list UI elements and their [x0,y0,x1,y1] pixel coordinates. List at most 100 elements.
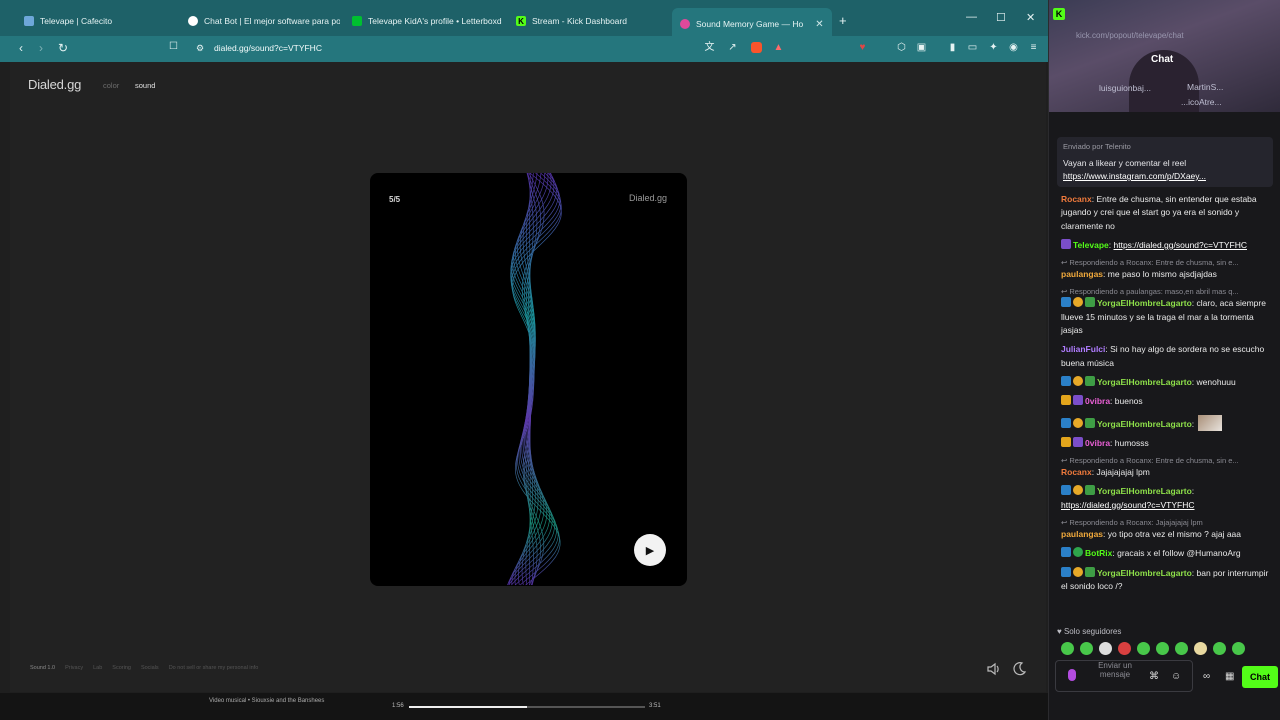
address-bar: ‹ › ↻ ☐ ⚙ dialed.gg/sound?c=VTYFHC 文 ↗ ▲… [0,36,1048,62]
close-tab-icon[interactable]: ✕ [815,19,823,30]
footer-privacy-link[interactable]: Privacy [65,665,83,671]
chat-title: Chat [1151,54,1174,65]
chat-username[interactable]: 0vibra [1085,438,1110,448]
pinned-by: Enviado por Telenito [1063,142,1131,151]
chat-username[interactable]: paulangas [1061,269,1103,279]
close-window-icon[interactable]: ✕ [1026,11,1035,24]
wallet-icon[interactable]: ▭ [967,42,978,53]
emote-icon[interactable] [1118,642,1131,655]
chat-username[interactable]: paulangas [1061,529,1103,539]
cam-username: ...icoAtre... [1181,97,1222,107]
extension-red-icon[interactable]: ♥ [857,42,868,53]
emote-icon[interactable] [1156,642,1169,655]
blue-badge-icon [1061,485,1071,496]
play-button[interactable]: ▶ [634,534,666,566]
emote-icon[interactable] [1061,642,1074,655]
footer-lab-link[interactable]: Lab [93,665,102,671]
chat-username[interactable]: YorgaElHombreLagarto [1097,377,1192,387]
gold-badge-icon [1073,566,1083,577]
kicks-icon[interactable]: ∞ [1203,671,1210,682]
chat-username[interactable]: Rocanx [1061,194,1092,204]
nav-color-link[interactable]: color [103,81,119,90]
sidebar-icon[interactable]: ▮ [947,42,958,53]
emote-icon[interactable] [1175,642,1188,655]
brave-rewards-icon[interactable]: ▲ [773,42,784,53]
pinned-link[interactable]: https://www.instagram.com/p/DXaey... [1063,171,1206,181]
chat-link[interactable]: https://dialed.gg/sound?c=VTYFHC [1114,240,1247,250]
media-icon[interactable]: ▣ [916,42,927,53]
chat-link[interactable]: https://dialed.gg/sound?c=VTYFHC [1061,500,1194,510]
leaf-badge-icon [1085,566,1095,577]
site-logo[interactable]: Dialed.gg [28,77,81,92]
tab-chatbot[interactable]: Chat Bot | El mejor software para po [180,9,340,33]
chat-username[interactable]: BotRix [1085,548,1112,558]
emote-icon[interactable] [1137,642,1150,655]
chat-username[interactable]: Rocanx [1061,467,1092,477]
emote-icon[interactable] [1099,642,1112,655]
footer-socials-link[interactable]: Socials [141,665,159,671]
chat-message: Rocanx: Jajajajajaj lpm [1061,466,1271,479]
play-icon: ▶ [645,544,655,557]
chat-username[interactable]: 0vibra [1085,396,1110,406]
chat-text: : [1191,418,1195,429]
emoji-icon[interactable]: ☺ [1171,671,1181,682]
new-tab-icon[interactable]: + [839,13,847,28]
chat-message: paulangas: yo tipo otra vez el mismo ? a… [1061,528,1271,541]
chat-username[interactable]: YorgaElHombreLagarto [1097,419,1192,429]
tab-cafecito[interactable]: Televape | Cafecito [16,9,176,33]
site-settings-icon[interactable]: ⚙ [196,43,204,54]
commands-icon[interactable]: ⌘ [1149,671,1159,682]
chat-message: YorgaElHombreLagarto: wenohuuu [1061,375,1271,389]
chat-username[interactable]: YorgaElHombreLagarto [1097,568,1192,578]
chat-text: : yo tipo otra vez el mismo ? ajaj aaa [1103,529,1242,540]
blue-badge-icon [1061,375,1071,386]
menu-icon[interactable]: ≡ [1028,42,1039,53]
chat-message: YorgaElHombreLagarto: ban por interrumpi… [1061,566,1271,594]
emote-icon[interactable] [1080,642,1093,655]
extensions-icon[interactable]: ⬡ [896,42,907,53]
dialed-page: Dialed.gg color sound 5/5 Dialed.gg ▶ So… [10,62,1046,692]
emote-icon[interactable] [1213,642,1226,655]
moon-icon[interactable] [1011,661,1027,677]
chat-text: : me paso lo mismo ajsdjajdas [1103,269,1217,280]
minimize-icon[interactable]: — [966,11,977,23]
back-icon[interactable]: ‹ [19,41,23,55]
chat-username[interactable]: YorgaElHombreLagarto [1097,486,1192,496]
emote-icon[interactable] [1194,642,1207,655]
nav-sound-link[interactable]: sound [135,81,155,90]
kick-logo-icon: K [1053,8,1065,20]
share-icon[interactable]: ↗ [727,42,738,53]
reload-icon[interactable]: ↻ [58,41,68,55]
blue-badge-icon [1061,417,1071,428]
tab-letterboxd[interactable]: Televape KidA's profile • Letterboxd [344,9,504,33]
mic-icon[interactable] [1068,669,1076,681]
footer-privacy-choices-link[interactable]: Do not sell or share my personal info [169,665,259,671]
brave-shields-icon[interactable] [751,42,762,53]
vpn-icon[interactable]: ◉ [1008,42,1019,53]
tab-kick-dashboard[interactable]: K Stream - Kick Dashboard [508,9,668,33]
translate-icon[interactable]: 文 [704,42,715,53]
media-progress-bar[interactable] [409,706,645,708]
chat-username[interactable]: JulianFulci [1061,344,1105,354]
media-progress-fill [409,706,527,708]
gift-icon[interactable]: ▦ [1225,671,1234,682]
chat-send-button[interactable]: Chat [1242,666,1278,688]
chat-username[interactable]: YorgaElHombreLagarto [1097,298,1192,308]
chat-input-placeholder[interactable]: Enviar un mensaje [1097,661,1133,679]
chat-username[interactable]: Televape [1073,240,1109,250]
tab-label: Chat Bot | El mejor software para po [204,16,340,26]
bookmark-icon[interactable]: ☐ [169,41,178,52]
forward-icon[interactable]: › [39,41,43,55]
leo-icon[interactable]: ✦ [988,42,999,53]
url-field[interactable]: dialed.gg/sound?c=VTYFHC [214,43,322,53]
media-title: Video musical • Siouxsie and the Banshee… [209,698,325,704]
footer-scoring-link[interactable]: Scoring [112,665,131,671]
volume-icon[interactable] [986,661,1002,677]
sound-wave-visual [507,173,562,586]
leaf-badge-icon [1085,375,1095,386]
reply-context: ↩ Respondiendo a Rocanx: Entre de chusma… [1061,258,1239,268]
kick-chat-panel: K kick.com/popout/televape/chat Chat lui… [1048,0,1280,720]
emote-icon[interactable] [1232,642,1245,655]
maximize-icon[interactable]: ☐ [996,11,1006,24]
chat-text: : buenos [1110,396,1143,407]
